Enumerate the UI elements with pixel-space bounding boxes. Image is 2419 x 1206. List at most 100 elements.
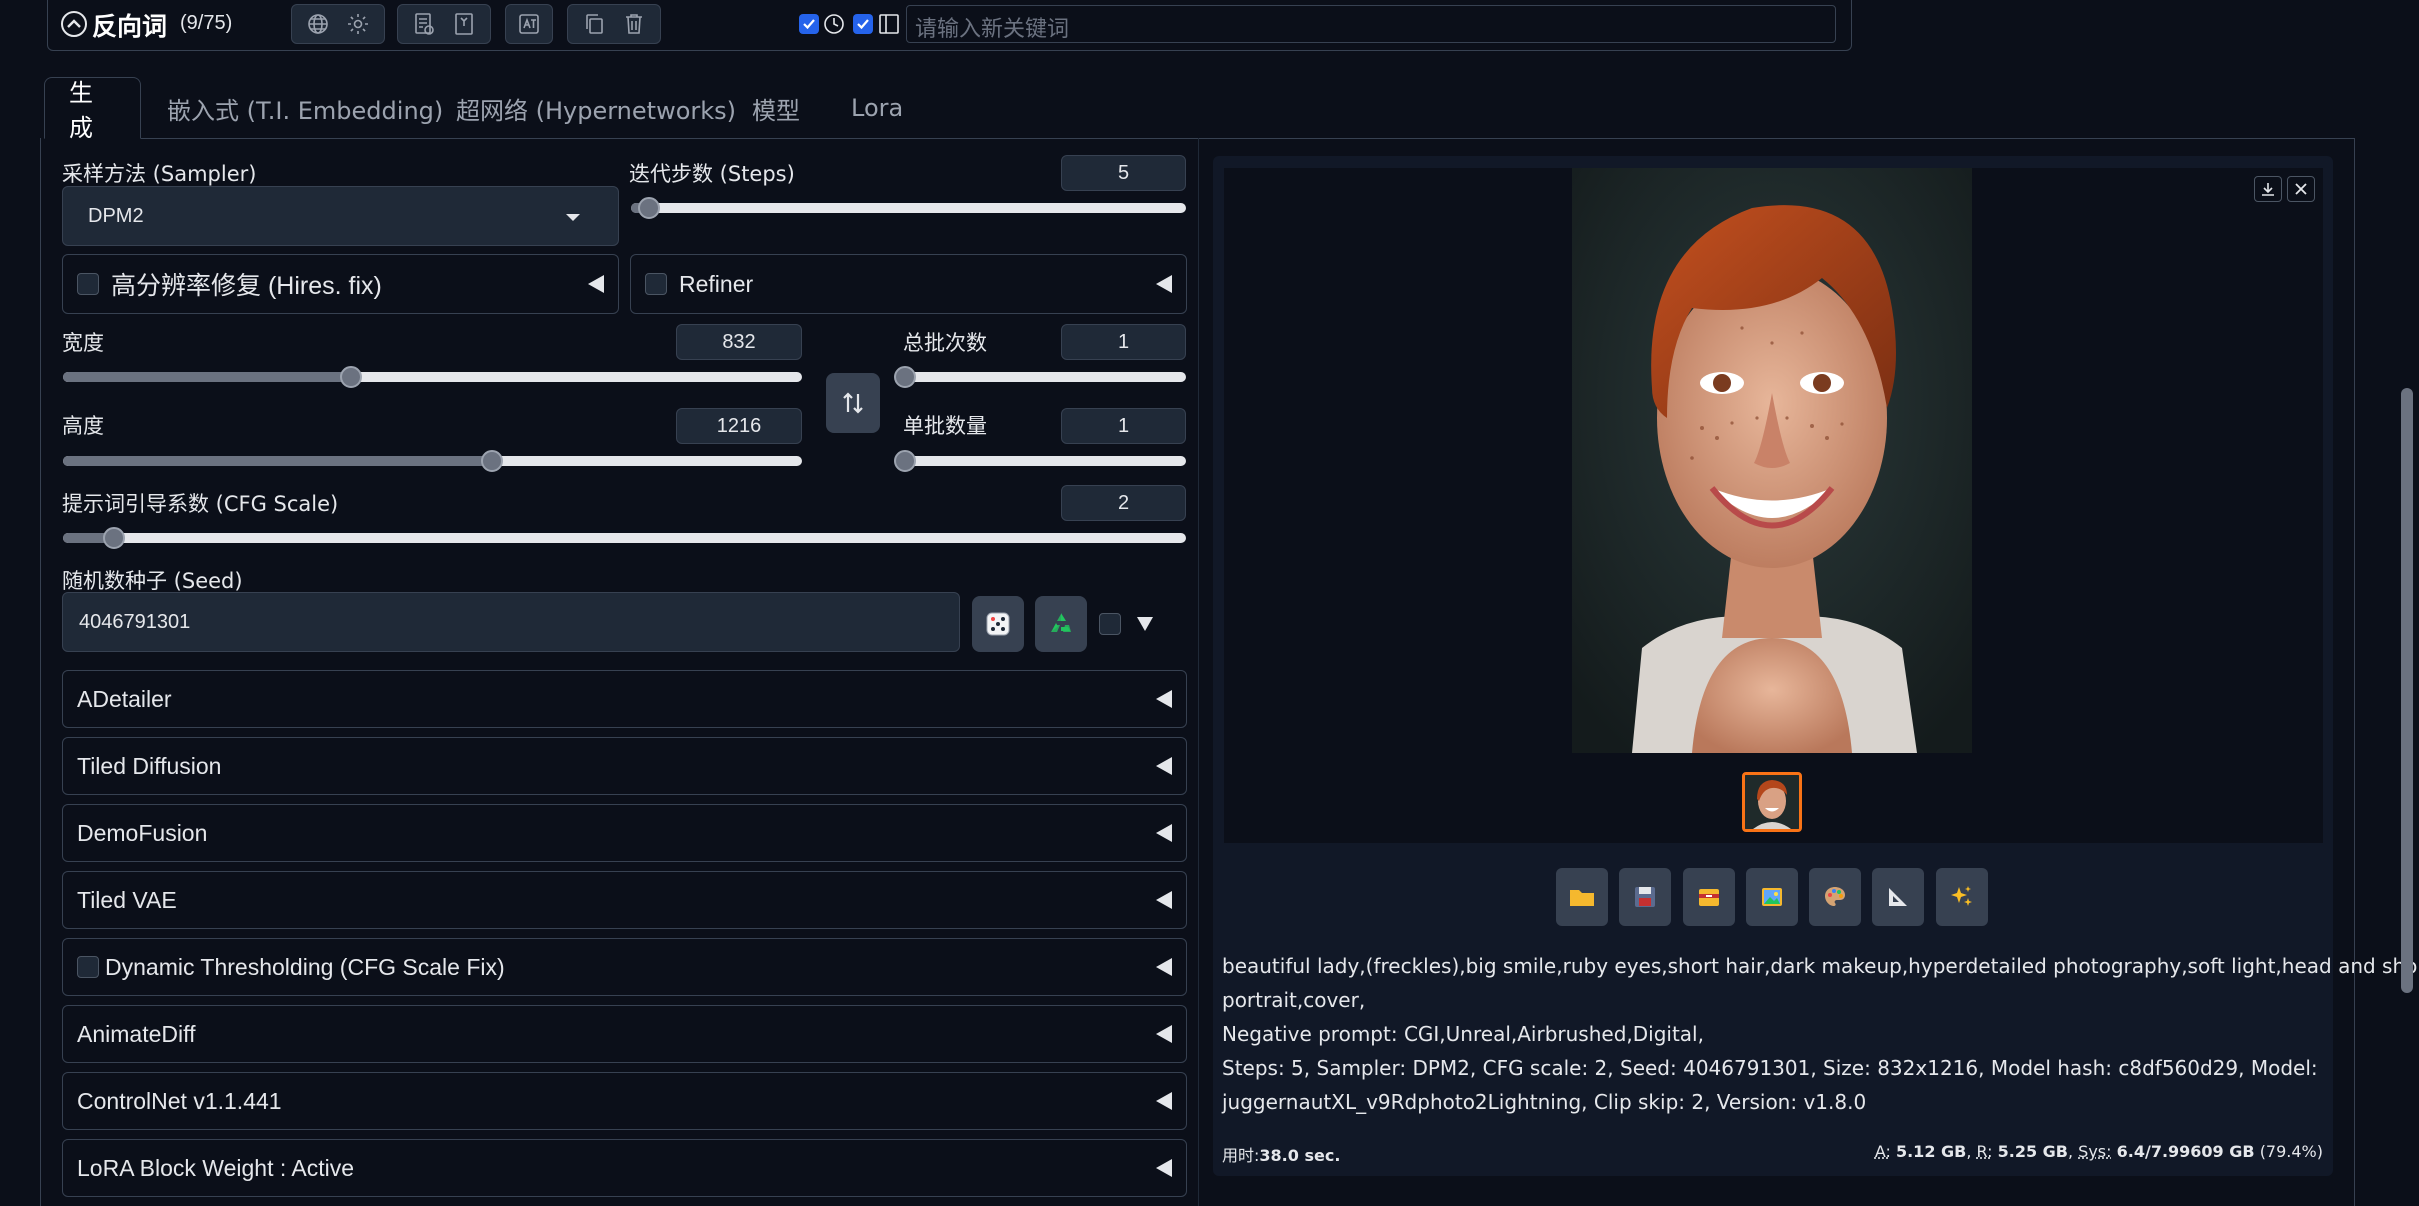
tab-hypernetworks[interactable]: 超网络 (Hypernetworks) <box>432 77 760 139</box>
accordion-dynamic-thresholding[interactable]: Dynamic Thresholding (CFG Scale Fix) <box>62 938 1187 996</box>
accordion-tiled-vae[interactable]: Tiled VAE <box>62 871 1187 929</box>
width-slider-fill <box>63 372 351 382</box>
zip-button[interactable] <box>1683 868 1735 926</box>
mem-r-label: R: <box>1977 1142 1993 1161</box>
accordion-label: ADetailer <box>77 686 1156 713</box>
width-slider[interactable] <box>63 372 802 382</box>
params-text-line-1: Steps: 5, Sampler: DPM2, CFG scale: 2, S… <box>1222 1056 2318 1080</box>
height-slider-thumb[interactable] <box>481 450 503 472</box>
save-button[interactable] <box>1619 868 1671 926</box>
tab-generate[interactable]: 生成 <box>44 77 141 139</box>
sampler-dropdown[interactable]: DPM2 <box>62 186 619 246</box>
mem-a-value: 5.12 GB <box>1896 1142 1966 1161</box>
collapse-arrow-icon <box>1156 1159 1172 1177</box>
archive-icon <box>1696 884 1722 910</box>
memory-stats: A: 5.12 GB, R: 5.25 GB, Sys: 6.4/7.99609… <box>1875 1142 2323 1161</box>
tab-models[interactable]: 模型 <box>728 77 824 139</box>
globe-icon[interactable] <box>303 9 333 39</box>
accordion-tiled-diffusion[interactable]: Tiled Diffusion <box>62 737 1187 795</box>
copy-icon[interactable] <box>579 9 609 39</box>
cfg-label: 提示词引导系数 (CFG Scale) <box>62 488 338 518</box>
cfg-slider[interactable] <box>63 533 1186 543</box>
tab-lora[interactable]: Lora <box>827 77 927 139</box>
gear-icon[interactable] <box>343 9 373 39</box>
height-input[interactable]: 1216 <box>676 408 802 444</box>
cfg-slider-thumb[interactable] <box>103 527 125 549</box>
accordion-adetailer[interactable]: ADetailer <box>62 670 1187 728</box>
hires-fix-checkbox[interactable] <box>77 273 99 295</box>
dynamic-thresholding-checkbox[interactable] <box>77 956 99 978</box>
swap-icon <box>841 390 865 416</box>
mem-sys-value: 6.4/7.99609 GB <box>2117 1142 2255 1161</box>
batch-size-input[interactable]: 1 <box>1061 408 1186 444</box>
swap-dimensions-button[interactable] <box>826 373 880 433</box>
batch-size-slider[interactable] <box>905 456 1186 466</box>
caret-down-icon <box>566 214 580 221</box>
option-checkbox-2[interactable] <box>853 14 873 34</box>
seed-extra-checkbox[interactable] <box>1099 613 1121 635</box>
width-label: 宽度 <box>62 327 104 357</box>
batch-size-slider-thumb[interactable] <box>894 450 916 472</box>
send-to-img2img-button[interactable] <box>1746 868 1798 926</box>
refiner-checkbox[interactable] <box>645 273 667 295</box>
mem-a-label: A: <box>1875 1142 1891 1161</box>
trash-icon[interactable] <box>619 9 649 39</box>
collapse-arrow-icon <box>1156 275 1172 293</box>
bookmark-icon[interactable] <box>449 9 479 39</box>
generated-image[interactable] <box>1572 168 1972 753</box>
send-to-inpaint-button[interactable] <box>1809 868 1861 926</box>
toolgroup-4 <box>567 4 661 44</box>
batch-count-slider-thumb[interactable] <box>894 366 916 388</box>
option-checkbox-1[interactable] <box>799 14 819 34</box>
width-input[interactable]: 832 <box>676 324 802 360</box>
gallery-thumbnail[interactable] <box>1742 772 1802 832</box>
open-folder-button[interactable] <box>1556 868 1608 926</box>
collapse-arrow-icon <box>1156 824 1172 842</box>
close-icon[interactable] <box>2287 176 2315 202</box>
accordion-controlnet[interactable]: ControlNet v1.1.441 <box>62 1072 1187 1130</box>
column-divider <box>1198 138 1199 1206</box>
translate-icon[interactable] <box>514 9 544 39</box>
folder-icon <box>1568 885 1596 909</box>
accordion-animatediff[interactable]: AnimateDiff <box>62 1005 1187 1063</box>
collapse-arrow-icon <box>1156 958 1172 976</box>
picture-icon <box>1759 884 1785 910</box>
accordion-demofusion[interactable]: DemoFusion <box>62 804 1187 862</box>
download-icon[interactable] <box>2254 176 2282 202</box>
sparkle-button[interactable] <box>1936 868 1988 926</box>
cfg-input[interactable]: 2 <box>1061 485 1186 521</box>
steps-input[interactable]: 5 <box>1061 155 1186 191</box>
batch-count-slider[interactable] <box>905 372 1186 382</box>
elapsed-time: 用时:38.0 sec. <box>1222 1142 1340 1166</box>
seed-input[interactable]: 4046791301 <box>62 592 960 652</box>
sampler-value: DPM2 <box>88 205 144 228</box>
history-doc-icon[interactable] <box>409 9 439 39</box>
random-seed-button[interactable] <box>972 596 1024 652</box>
hires-fix-accordion[interactable]: 高分辨率修复 (Hires. fix) <box>62 254 619 314</box>
steps-label: 迭代步数 (Steps) <box>629 158 795 188</box>
keyword-input[interactable]: 请输入新关键词 <box>906 5 1836 43</box>
mem-sys-label: Sys: <box>2078 1142 2111 1161</box>
height-label: 高度 <box>62 410 104 440</box>
refiner-accordion[interactable]: Refiner <box>630 254 1187 314</box>
reuse-seed-button[interactable] <box>1035 596 1087 652</box>
toolgroup-3 <box>505 4 553 44</box>
clock-icon <box>823 13 845 40</box>
toolgroup-2 <box>397 4 491 44</box>
collapse-arrow-icon <box>1156 690 1172 708</box>
accordion-label: Tiled Diffusion <box>77 753 1156 780</box>
collapse-arrow-icon <box>1156 1092 1172 1110</box>
collapse-icon[interactable] <box>61 11 87 37</box>
batch-count-input[interactable]: 1 <box>1061 324 1186 360</box>
params-text-line-2: juggernautXL_v9Rdphoto2Lightning, Clip s… <box>1222 1090 1866 1114</box>
prompt-text-line-1: beautiful lady,(freckles),big smile,ruby… <box>1222 954 2419 978</box>
accordion-lora-block-weight[interactable]: LoRA Block Weight : Active <box>62 1139 1187 1197</box>
seed-extra-toggle-icon[interactable] <box>1137 617 1153 631</box>
seed-label: 随机数种子 (Seed) <box>62 565 243 595</box>
steps-slider[interactable] <box>631 203 1186 213</box>
height-slider[interactable] <box>63 456 802 466</box>
page-scrollbar[interactable] <box>2401 388 2413 993</box>
send-to-extras-button[interactable] <box>1872 868 1924 926</box>
accordion-label: Dynamic Thresholding (CFG Scale Fix) <box>105 954 1156 981</box>
tab-embedding[interactable]: 嵌入式 (T.I. Embedding) <box>143 77 467 139</box>
